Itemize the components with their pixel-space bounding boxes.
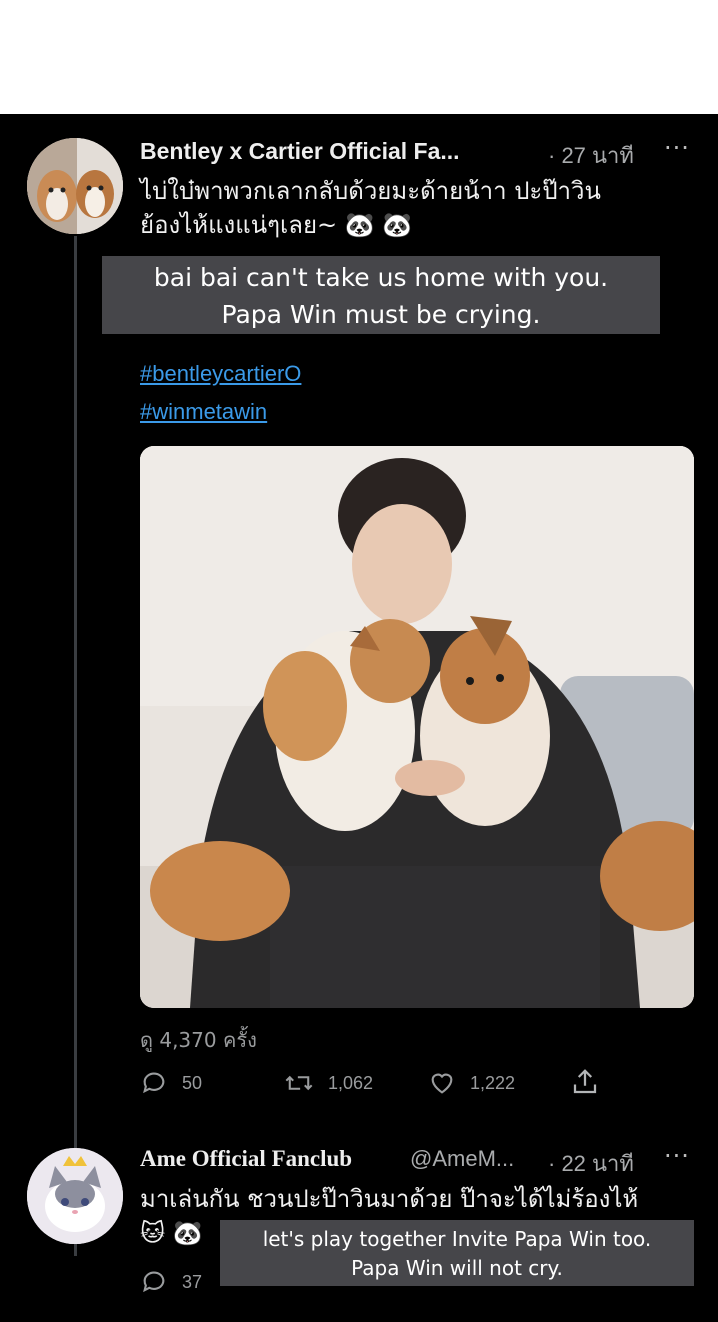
hashtag-link[interactable]: #bentleycartierO — [140, 361, 301, 387]
avatar[interactable] — [27, 138, 123, 234]
author-handle[interactable]: @AmeM... — [410, 1146, 514, 1172]
retweet-count: 1,062 — [328, 1072, 374, 1093]
reply-icon — [143, 1271, 165, 1293]
avatar-image-cat — [27, 1148, 123, 1244]
author-name[interactable]: Ame Official Fanclub — [140, 1146, 352, 1172]
tweet-text-line: ย้องไห้แงแน่ๆเลย~ 🐼 🐼 — [140, 211, 413, 239]
video-subtitle: let's play together Invite Papa Win too.… — [220, 1220, 694, 1286]
retweet-icon — [285, 1075, 313, 1091]
video-subtitle: bai bai can't take us home with you. Pap… — [102, 256, 660, 334]
subtitle-line: let's play together Invite Papa Win too. — [262, 1227, 652, 1251]
photo-man-with-dogs — [140, 446, 694, 1008]
timestamp[interactable]: · 22 นาที — [548, 1146, 634, 1181]
tweet-media-photo[interactable] — [140, 446, 694, 1008]
view-count: ดู 4,370 ครั้ง — [140, 1028, 257, 1052]
avatar[interactable] — [27, 1148, 123, 1244]
share-button[interactable] — [570, 1067, 600, 1097]
more-options-icon[interactable]: ··· — [664, 134, 690, 162]
author-name[interactable]: Bentley x Cartier Official Fa... — [140, 138, 460, 165]
tweet-feed: Bentley x Cartier Official Fa... · 27 นา… — [0, 114, 718, 1322]
thread-connector-line — [74, 236, 77, 1256]
heart-icon — [431, 1073, 453, 1094]
share-icon — [573, 1069, 597, 1094]
reply-button[interactable]: 37 — [140, 1268, 202, 1296]
reply-count: 50 — [182, 1072, 203, 1093]
timestamp[interactable]: · 27 นาที — [548, 138, 634, 173]
reply-button[interactable]: 50 — [140, 1069, 202, 1097]
subtitle-line: Papa Win must be crying. — [221, 300, 541, 329]
more-options-icon[interactable]: ··· — [664, 1142, 690, 1170]
tweet-text-line: ไบ่ใบ๋พาพวกเลากลับด้วยมะด้ายน้าา ปะป๊าวิ… — [140, 177, 601, 205]
hashtag-link[interactable]: #winmetawin — [140, 399, 267, 425]
avatar-image-dogs — [27, 138, 123, 234]
like-button[interactable]: 1,222 — [428, 1069, 515, 1097]
subtitle-line: bai bai can't take us home with you. — [153, 263, 609, 292]
reply-icon — [143, 1072, 165, 1094]
like-count: 1,222 — [470, 1072, 516, 1093]
retweet-button[interactable]: 1,062 — [284, 1069, 373, 1097]
top-blank-area — [0, 0, 718, 114]
reply-count: 37 — [182, 1271, 203, 1292]
subtitle-line: Papa Win will not cry. — [351, 1256, 563, 1280]
tweet-text: ไบ่ใบ๋พาพวกเลากลับด้วยมะด้ายน้าา ปะป๊าวิ… — [140, 174, 680, 242]
tweet-text-line: มาเล่นกัน ชวนปะป๊าวินมาด้วย ป๊าจะได้ไม่ร… — [140, 1185, 639, 1213]
